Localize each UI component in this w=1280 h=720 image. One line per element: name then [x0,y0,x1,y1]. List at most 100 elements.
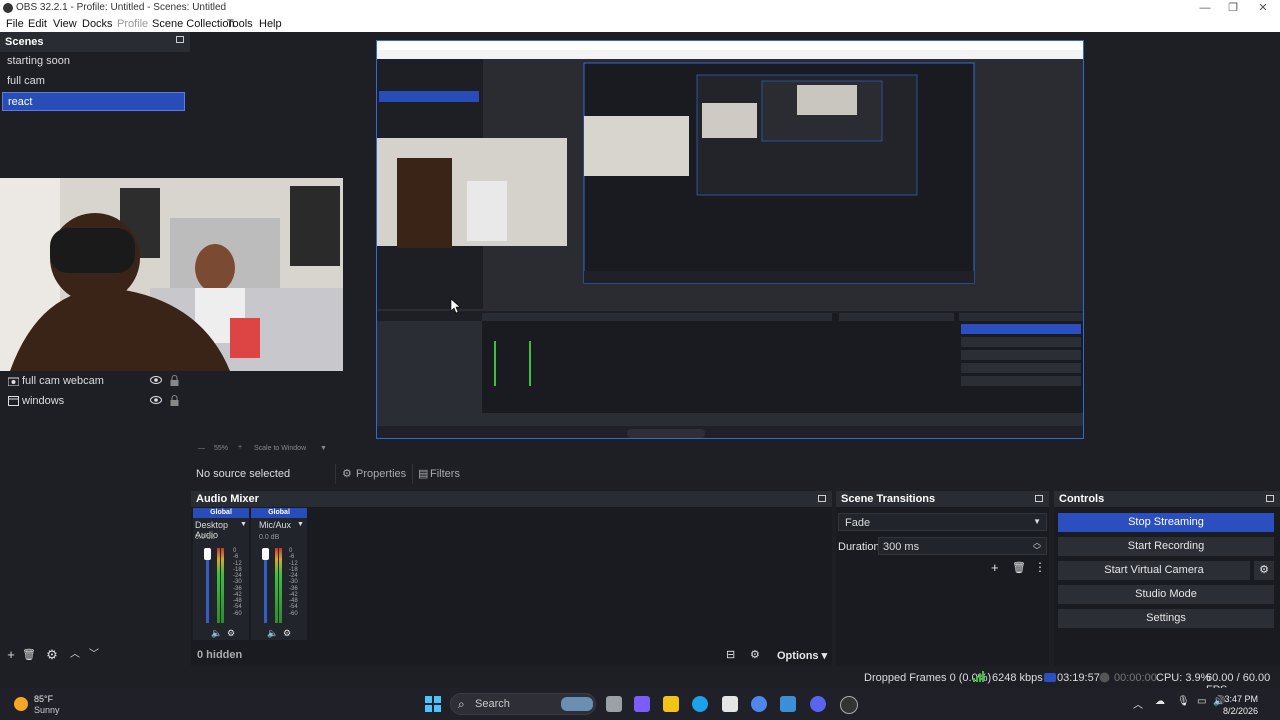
microphone-icon[interactable]: 🎙 [1177,696,1190,707]
channel-menu-icon[interactable]: ▼ [297,521,304,528]
source-context-bar: No source selected ⚙ Properties ▤ Filter… [190,462,1280,486]
status-bar: Dropped Frames 0 (0.0%) 6248 kbps 03:19:… [0,668,1280,696]
start-virtual-camera-button[interactable]: Start Virtual Camera [1058,561,1250,580]
taskbar-time[interactable]: 3:47 PM [1224,694,1258,704]
close-icon[interactable]: ✕ [1248,0,1278,16]
source-item-full-cam-webcam[interactable]: full cam webcam [0,371,190,391]
add-source-plus-icon[interactable]: + [4,648,18,662]
mixer-channel-desktop-audio: Global Desktop Audio ▼ 0.0 dB 0 -6 -12 -… [193,508,249,640]
search-highlight-icon [561,697,593,711]
spin-down-icon[interactable]: ﹀ [1033,545,1041,556]
move-up-chevron-icon[interactable]: ︿ [68,648,82,662]
zoom-in-icon[interactable]: + [238,444,242,451]
scene-item-react[interactable]: react [2,92,185,111]
channel-gear-icon[interactable]: ⚙ [283,628,291,639]
menu-profile[interactable]: Profile [117,18,148,30]
windows-taskbar: 85°F Sunny ⌕ Search ︿ ☁ 🎙 ▭ 🔊 3:47 PM 8/… [0,688,1280,720]
source-item-windows[interactable]: windows [0,391,190,411]
db-scale: 0 -6 -12 -18 -24 -30 -36 -42 -48 -54 -60 [289,548,298,617]
channel-menu-icon[interactable]: ▼ [240,521,247,528]
properties-button[interactable]: ⚙ Properties [335,464,412,484]
fader-handle[interactable] [204,548,211,560]
taskbar-date[interactable]: 8/2/2026 [1223,706,1258,716]
window-title: OBS 32.2.1 - Profile: Untitled - Scenes:… [16,2,227,13]
scene-label: react [8,96,33,108]
obs-taskbar-icon[interactable] [840,696,858,714]
mixer-hidden-count: 0 hidden [197,649,243,661]
menu-help[interactable]: Help [259,18,282,30]
remove-trash-icon[interactable]: 🗑 [22,648,36,662]
store-icon[interactable] [722,696,738,712]
file-explorer-icon[interactable] [663,696,679,712]
virtual-camera-gear-icon[interactable]: ⚙ [1254,561,1274,580]
filter-icon: ▤ [418,468,429,480]
undock-icon[interactable] [176,36,184,43]
remove-transition-trash-icon[interactable]: 🗑 [1012,561,1026,574]
photos-icon[interactable] [780,696,796,712]
scale-mode[interactable]: Scale to Window [254,445,306,452]
menu-tools[interactable]: Tools [227,18,253,30]
menu-docks[interactable]: Docks [82,18,113,30]
weather-temp[interactable]: 85°F [34,694,53,704]
scale-dropdown-icon[interactable]: ▼ [320,445,327,452]
scene-transitions-header: Scene Transitions [836,491,1049,507]
maximize-icon[interactable]: ❐ [1218,0,1248,16]
tray-overflow-chevron-icon[interactable]: ︿ [1133,696,1143,711]
scene-item-full-cam[interactable]: full cam [2,72,185,91]
lock-icon[interactable] [170,375,179,389]
channel-scope: Global [193,508,249,518]
edge-icon[interactable] [692,696,708,712]
transition-menu-kebab-icon[interactable]: ⋮ [1034,560,1046,574]
scene-item-starting-soon[interactable]: starting soon [2,52,185,71]
level-meter [279,548,282,623]
visibility-eye-icon[interactable] [150,375,162,388]
zoom-out-icon[interactable]: — [198,445,205,452]
gear-icon: ⚙ [342,468,352,480]
filters-button[interactable]: ▤ Filters [412,464,473,484]
settings-button[interactable]: Settings [1058,609,1274,628]
copilot-icon[interactable] [634,696,650,712]
windows-start-icon[interactable] [425,696,441,712]
undock-icon[interactable] [818,495,826,502]
fader-handle[interactable] [262,548,269,560]
no-source-label: No source selected [196,468,291,480]
channel-name: Mic/Aux [259,520,292,530]
undock-icon[interactable] [1035,495,1043,502]
db-scale: 0 -6 -12 -18 -24 -30 -36 -42 -48 -54 -60 [233,548,242,617]
undock-icon[interactable] [1266,495,1274,502]
add-transition-plus-icon[interactable]: + [991,560,999,575]
preview-canvas[interactable] [376,40,1084,439]
menu-scene-collection[interactable]: Scene Collection [152,18,235,30]
scenes-header: Scenes [0,32,190,52]
menu-view[interactable]: View [53,18,77,30]
move-down-chevron-icon[interactable]: ﹀ [87,648,101,662]
advanced-audio-gear-icon[interactable]: ⚙ [750,648,760,661]
scene-label: starting soon [7,55,70,67]
network-icon[interactable]: ▭ [1197,696,1206,707]
studio-mode-button[interactable]: Studio Mode [1058,585,1274,604]
chrome-icon[interactable] [751,696,767,712]
preview-zoom-bar: — 55% + Scale to Window ▼ [192,444,832,456]
speaker-icon[interactable]: 🔈 [267,628,278,639]
source-gear-icon[interactable]: ⚙ [45,648,59,662]
audio-mixer-header: Audio Mixer [191,491,832,507]
lock-icon[interactable] [170,395,179,409]
mixer-layout-icon[interactable]: ⊟ [726,648,735,661]
minimize-icon[interactable]: — [1190,0,1220,16]
speaker-icon[interactable]: 🔈 [211,628,222,639]
transition-select[interactable]: Fade ▼ [838,513,1047,531]
discord-icon[interactable] [810,696,826,712]
weather-sun-icon [12,695,30,716]
menu-edit[interactable]: Edit [28,18,47,30]
menu-file[interactable]: File [6,18,24,30]
stop-streaming-button[interactable]: Stop Streaming [1058,513,1274,532]
start-recording-button[interactable]: Start Recording [1058,537,1274,556]
duration-input[interactable]: 300 ms ︿ ﹀ [878,537,1047,555]
taskbar-search[interactable]: ⌕ Search [450,693,596,715]
mixer-options-button[interactable]: Options ▾ [777,649,827,662]
visibility-eye-icon[interactable] [150,395,162,408]
onedrive-icon[interactable]: ☁ [1155,696,1165,707]
channel-gear-icon[interactable]: ⚙ [227,628,235,639]
task-view-icon[interactable] [606,696,622,712]
scenes-dock: Scenes starting soon full cam react [0,32,190,176]
